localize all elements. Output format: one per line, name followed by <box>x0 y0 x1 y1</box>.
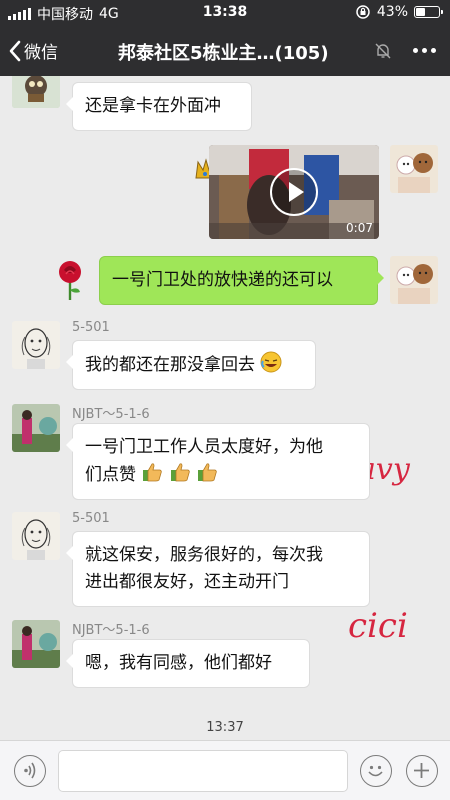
message-text-line: 就这保安，服务很好的，每次我 <box>85 545 323 565</box>
message-bubble[interactable]: 嗯，我有同感，他们都好 <box>66 639 310 688</box>
thumbs-up-icon <box>170 463 190 482</box>
add-icon <box>414 763 429 778</box>
message-bubble[interactable]: 我的都还在那没拿回去 <box>66 340 316 390</box>
input-bar <box>0 740 450 800</box>
video-duration: 0:07 <box>346 221 373 235</box>
sender-name: NJBT～5-1-6 <box>72 623 150 638</box>
message-text: 还是拿卡在外面冲 <box>85 96 221 116</box>
add-button[interactable] <box>406 755 438 787</box>
thumbs-up-icon <box>143 463 163 482</box>
emoji-icon <box>368 765 383 777</box>
sender-name: 5-501 <box>72 511 110 526</box>
voice-button[interactable] <box>14 755 46 787</box>
sender-name: 5-501 <box>72 320 110 335</box>
voice-icon <box>24 762 36 779</box>
battery-icon <box>414 6 443 18</box>
message-bubble[interactable]: 一号门卫工作人员太度好，为他 们点赞 <box>66 423 370 500</box>
chat-timestamp: 13:37 <box>206 720 244 735</box>
avatar[interactable] <box>12 321 60 369</box>
avatar[interactable] <box>12 404 60 452</box>
back-button[interactable]: 微信 <box>8 38 58 63</box>
play-icon <box>289 182 304 202</box>
mute-icon <box>375 43 391 59</box>
avatar[interactable] <box>12 620 60 668</box>
avatar[interactable] <box>12 512 60 560</box>
handwritten-annotation: cici <box>348 606 408 646</box>
avatar[interactable] <box>390 256 438 304</box>
message-text: 嗯，我有同感，他们都好 <box>85 653 272 673</box>
laugh-emoji-icon <box>260 351 282 373</box>
sender-name: NJBT～5-1-6 <box>72 407 150 422</box>
back-label: 微信 <box>24 43 58 63</box>
more-button[interactable] <box>413 48 436 53</box>
message-text: 我的都还在那没拿回去 <box>85 355 255 375</box>
message-bubble[interactable]: 还是拿卡在外面冲 <box>66 82 252 131</box>
message-bubble[interactable]: 一号门卫处的放快递的还可以 <box>99 256 384 305</box>
chat-title: 邦泰社区5栋业主…(105) <box>118 43 329 64</box>
battery-percent: 43% <box>376 4 408 20</box>
avatar[interactable] <box>12 76 60 108</box>
chat-area[interactable]: 还是拿卡在外面冲 0:07 一号门卫处的放快递的还可以 5-501 n <box>0 76 450 740</box>
nav-bar: 微信 邦泰社区5栋业主…(105) <box>0 26 450 76</box>
message-bubble[interactable]: 就这保安，服务很好的，每次我 进出都很友好，还主动开门 <box>66 531 370 607</box>
rose-icon <box>59 261 81 300</box>
message-text-line: 一号门卫工作人员太度好，为他 <box>85 437 323 457</box>
emoji-button[interactable] <box>360 755 392 787</box>
message-text: 一号门卫处的放快递的还可以 <box>112 270 333 290</box>
thumbs-up-icon <box>198 463 217 482</box>
play-button[interactable] <box>270 168 318 216</box>
back-chevron-icon <box>9 40 21 61</box>
message-text-line: 进出都很友好，还主动开门 <box>85 572 289 592</box>
avatar[interactable] <box>390 145 438 193</box>
video-message[interactable]: 0:07 <box>209 145 379 239</box>
rotation-lock-icon <box>356 5 370 19</box>
status-bar: 中国移动 4G 13:38 43% <box>0 0 450 26</box>
battery-fill <box>416 8 425 16</box>
message-input[interactable] <box>58 750 348 792</box>
message-text-line: 们点赞 <box>85 465 136 485</box>
